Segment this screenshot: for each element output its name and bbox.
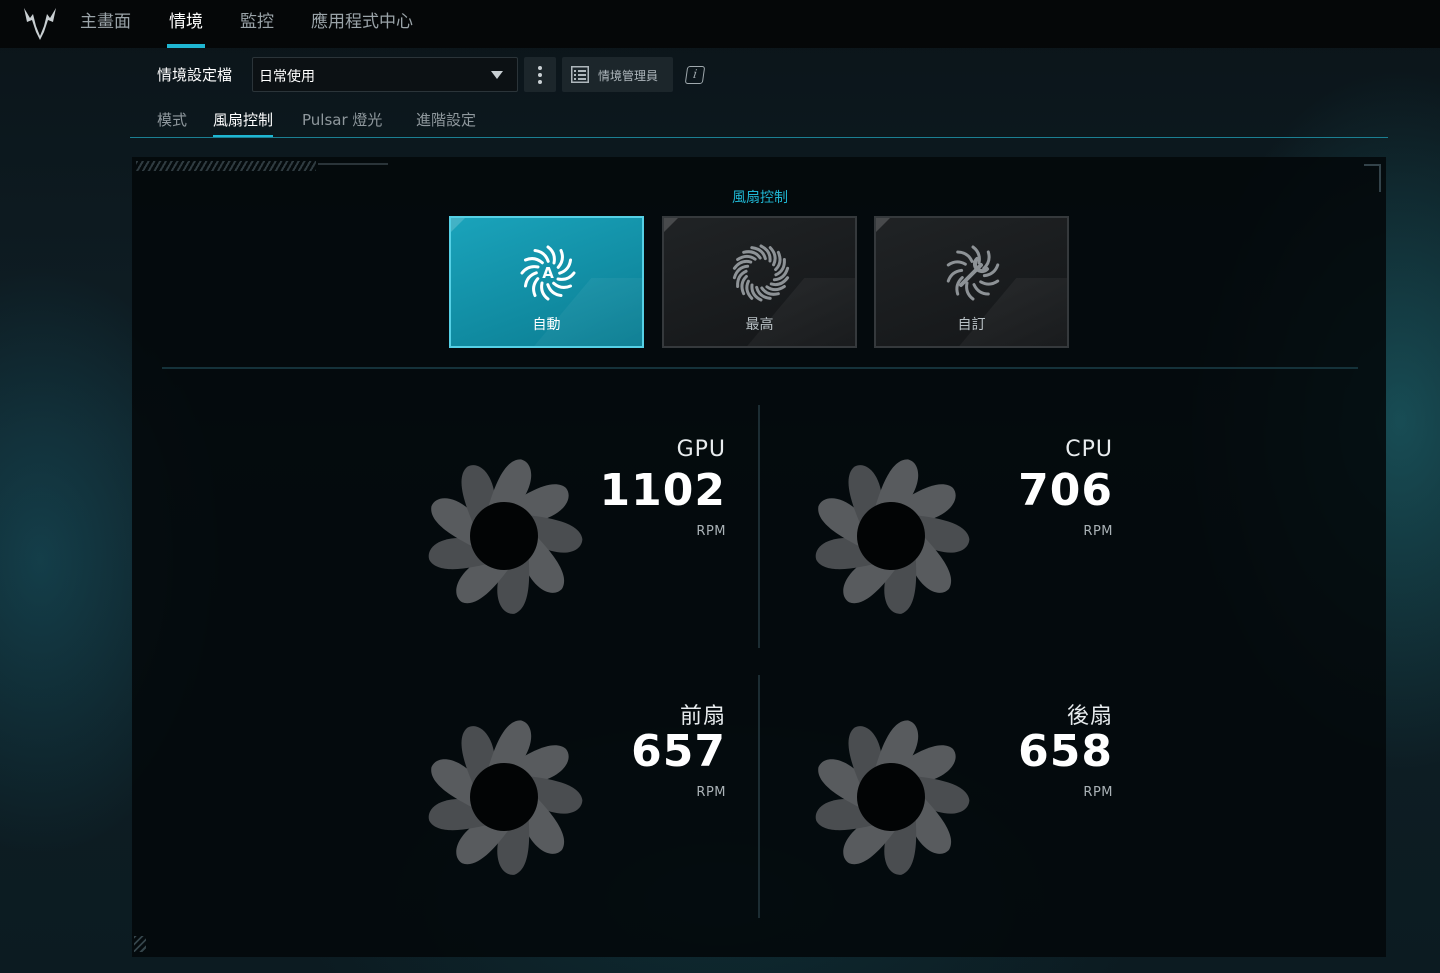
subtab-divider xyxy=(130,137,1388,138)
card-corner xyxy=(451,218,465,232)
list-icon xyxy=(571,66,589,83)
subtab-advanced[interactable]: 進階設定 xyxy=(416,109,476,139)
panel-decoration xyxy=(136,161,316,171)
nav-tab-app-center[interactable]: 應用程式中心 xyxy=(311,0,413,48)
fan-hub xyxy=(857,502,925,570)
subtab-label: 進階設定 xyxy=(416,111,477,129)
card-corner xyxy=(664,218,678,232)
fan-rpm-unit: RPM xyxy=(696,785,726,800)
mode-card-custom[interactable]: 自訂 xyxy=(874,216,1069,348)
nav-tab-label: 監控 xyxy=(240,12,274,32)
top-nav-bar: 主畫面 情境 監控 應用程式中心 xyxy=(0,0,1440,48)
column-divider xyxy=(758,405,760,648)
column-divider xyxy=(758,675,760,918)
predator-logo-icon[interactable] xyxy=(22,6,58,40)
nav-tab-monitor[interactable]: 監控 xyxy=(240,0,274,48)
mode-card-auto[interactable]: A 自動 xyxy=(449,216,644,348)
fan-hub xyxy=(857,763,925,831)
fan-icon xyxy=(428,459,583,614)
max-fan-icon xyxy=(732,244,790,302)
card-corner xyxy=(876,218,890,232)
panel-corner-decoration xyxy=(1364,164,1381,192)
kebab-dot-icon xyxy=(538,80,542,84)
fan-rpm-value: 658 xyxy=(1018,726,1113,777)
subtab-label: Pulsar 燈光 xyxy=(302,111,383,129)
nav-tab-label: 應用程式中心 xyxy=(311,12,413,32)
fan-icon xyxy=(815,720,970,875)
fan-icon xyxy=(815,459,970,614)
nav-tab-label: 情境 xyxy=(169,12,203,32)
fan-rpm-value: 706 xyxy=(1018,465,1113,516)
fan-rpm-unit: RPM xyxy=(1083,524,1113,539)
auto-glyph: A xyxy=(542,264,554,282)
fan-name: GPU xyxy=(676,437,726,462)
kebab-dot-icon xyxy=(538,66,542,70)
front-fan-status: 前扇 657 RPM xyxy=(424,698,744,878)
nav-tab-profiles[interactable]: 情境 xyxy=(167,0,205,48)
auto-fan-icon: A xyxy=(520,245,576,301)
subtab-label: 模式 xyxy=(157,111,188,129)
fan-icon xyxy=(428,720,583,875)
chevron-down-icon xyxy=(491,71,503,79)
section-divider xyxy=(162,367,1358,369)
fan-rpm-unit: RPM xyxy=(1083,785,1113,800)
subtab-fan-control[interactable]: 風扇控制 xyxy=(213,109,274,139)
fan-hub xyxy=(470,763,538,831)
profile-manager-label: 情境管理員 xyxy=(598,69,659,83)
profile-selected-value: 日常使用 xyxy=(259,69,315,85)
panel-decoration xyxy=(318,163,388,165)
active-tab-indicator xyxy=(167,44,205,48)
fan-rpm-value: 1102 xyxy=(599,465,726,516)
nav-tab-home[interactable]: 主畫面 xyxy=(80,0,131,48)
mode-label: 自訂 xyxy=(957,317,986,333)
rear-fan-status: 後扇 658 RPM xyxy=(811,698,1131,878)
gpu-fan-status: GPU 1102 RPM xyxy=(424,437,744,617)
kebab-dot-icon xyxy=(538,73,542,77)
subtab-label: 風扇控制 xyxy=(213,111,274,129)
mode-label: 最高 xyxy=(745,317,774,333)
custom-fan-icon xyxy=(946,245,1000,301)
fan-rpm-value: 657 xyxy=(631,726,726,777)
profile-label: 情境設定檔 xyxy=(157,66,233,84)
nav-tab-label: 主畫面 xyxy=(80,12,131,32)
fan-rpm-unit: RPM xyxy=(696,524,726,539)
panel-corner-decoration xyxy=(134,936,146,952)
fan-hub xyxy=(470,502,538,570)
fan-name: CPU xyxy=(1065,437,1113,462)
info-icon[interactable]: i xyxy=(684,66,706,84)
subtab-mode[interactable]: 模式 xyxy=(157,109,187,139)
subtab-pulsar-lighting[interactable]: Pulsar 燈光 xyxy=(302,109,382,139)
fan-control-title: 風扇控制 xyxy=(732,190,788,206)
profile-manager-button[interactable]: 情境管理員 xyxy=(562,57,673,92)
profile-dropdown[interactable]: 日常使用 xyxy=(252,57,518,92)
cpu-fan-status: CPU 706 RPM xyxy=(811,437,1131,617)
mode-card-max[interactable]: 最高 xyxy=(662,216,857,348)
more-options-button[interactable] xyxy=(524,57,556,92)
mode-label: 自動 xyxy=(532,317,561,333)
